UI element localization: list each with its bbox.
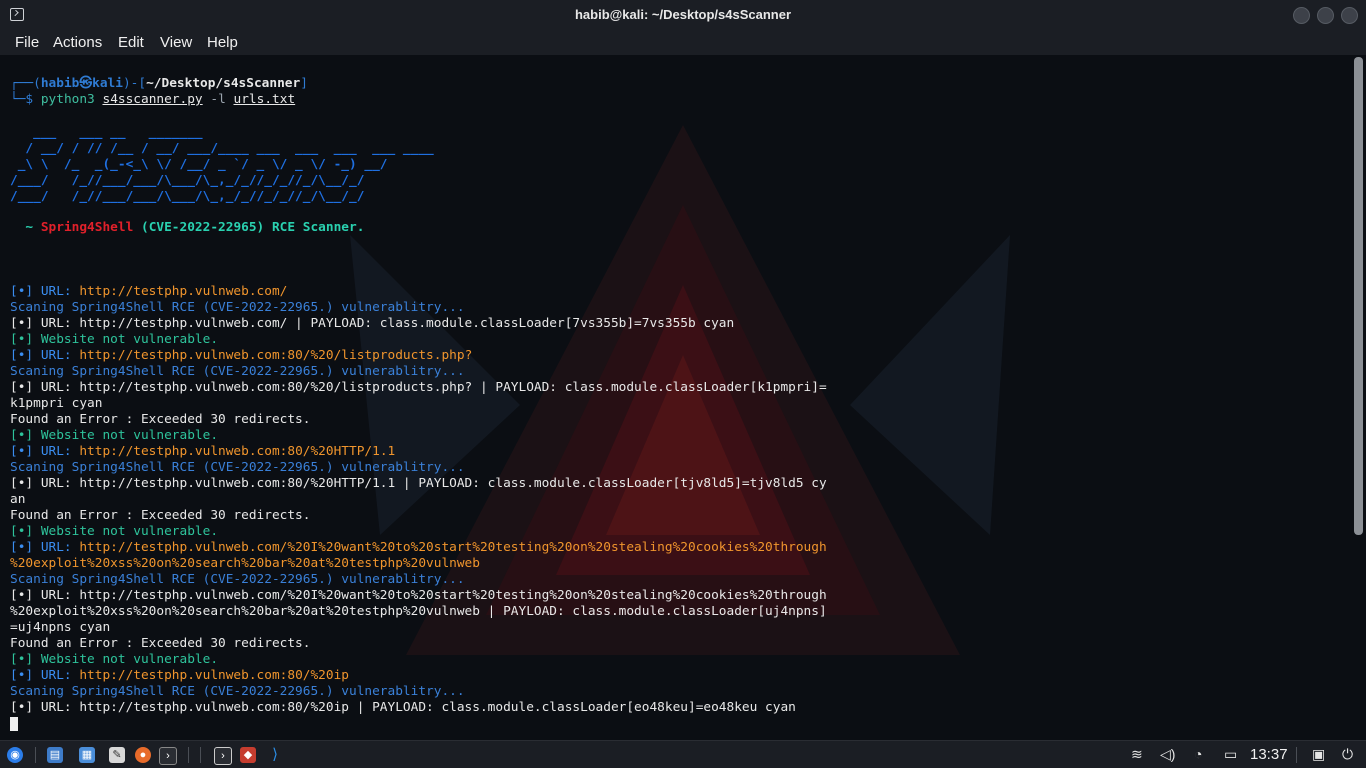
text-editor-icon[interactable]: ✎ (109, 747, 125, 763)
close-button[interactable] (1341, 7, 1358, 24)
log-text: [•] URL: (10, 540, 80, 555)
log-text: [•] URL: (10, 284, 80, 299)
log-text: [•] Website not vulnerable. (10, 652, 219, 667)
terminal-task-icon[interactable]: › (214, 747, 232, 765)
volume-icon[interactable]: ◁) (1160, 746, 1175, 763)
log-line: Found an Error : Exceeded 30 redirects. (10, 636, 310, 652)
minimize-button[interactable] (1293, 7, 1310, 24)
log-line: [•] URL: http://testphp.vulnweb.com/%20I… (10, 540, 827, 556)
log-line: Scaning Spring4Shell RCE (CVE-2022-22965… (10, 684, 465, 700)
battery-icon[interactable]: ▭ (1224, 746, 1237, 763)
log-text: an (10, 492, 26, 507)
clock[interactable]: 13:37 (1250, 746, 1288, 763)
taskbar-separator (1296, 747, 1297, 763)
log-text: Scaning Spring4Shell RCE (CVE-2022-22965… (10, 300, 465, 315)
log-text: %20exploit%20xss%20on%20search%20bar%20a… (10, 604, 827, 619)
log-text: [•] Website not vulnerable. (10, 428, 219, 443)
log-line: [•] URL: http://testphp.vulnweb.com:80/%… (10, 380, 827, 396)
window-titlebar[interactable]: habib@kali: ~/Desktop/s4sScanner (0, 0, 1366, 31)
menu-help[interactable]: Help (207, 34, 238, 51)
notifications-icon[interactable]: ◔ (1194, 746, 1202, 762)
log-text: [•] Website not vulnerable. (10, 524, 219, 539)
log-text: k1pmpri cyan (10, 396, 103, 411)
maximize-button[interactable] (1317, 7, 1334, 24)
log-line: Found an Error : Exceeded 30 redirects. (10, 412, 310, 428)
file-manager-icon[interactable]: ▦ (79, 747, 95, 763)
log-line: %20exploit%20xss%20on%20search%20bar%20a… (10, 604, 827, 620)
log-line: Scaning Spring4Shell RCE (CVE-2022-22965… (10, 364, 465, 380)
log-line: [•] Website not vulnerable. (10, 524, 218, 540)
log-text: [•] Website not vulnerable. (10, 332, 219, 347)
firefox-icon[interactable]: ● (135, 747, 151, 763)
scrollbar[interactable] (1354, 57, 1363, 535)
burpsuite-icon[interactable]: ◆ (240, 747, 256, 763)
log-line: Scaning Spring4Shell RCE (CVE-2022-22965… (10, 300, 465, 316)
kali-menu-icon[interactable]: ◉ (7, 747, 23, 763)
log-line: [•] URL: http://testphp.vulnweb.com:80/%… (10, 700, 796, 716)
log-url: http://testphp.vulnweb.com:80/%20ip (79, 668, 349, 683)
vscode-icon[interactable]: ⟩ (267, 747, 283, 763)
wifi-icon[interactable]: ≋ (1131, 746, 1143, 763)
terminal-output[interactable]: ┌──(habib㉿kali)-[~/Desktop/s4sScanner] └… (0, 55, 1366, 740)
log-text: [•] URL: (10, 348, 80, 363)
log-text: Scaning Spring4Shell RCE (CVE-2022-22965… (10, 572, 465, 587)
text-cursor (10, 717, 18, 731)
log-text: Found an Error : Exceeded 30 redirects. (10, 636, 311, 651)
log-text: Scaning Spring4Shell RCE (CVE-2022-22965… (10, 364, 465, 379)
power-icon[interactable]: ⏻ (1342, 746, 1353, 763)
menu-edit[interactable]: Edit (118, 34, 144, 51)
log-line: Scaning Spring4Shell RCE (CVE-2022-22965… (10, 460, 465, 476)
log-line: k1pmpri cyan (10, 396, 102, 412)
log-url: http://testphp.vulnweb.com:80/%20/listpr… (79, 348, 473, 363)
log-line: [•] URL: http://testphp.vulnweb.com:80/%… (10, 348, 472, 364)
log-line: [•] URL: http://testphp.vulnweb.com:80/%… (10, 668, 349, 684)
menu-file[interactable]: File (15, 34, 39, 51)
log-text: [•] URL: http://testphp.vulnweb.com/ | P… (10, 316, 735, 331)
log-line: [•] Website not vulnerable. (10, 332, 218, 348)
log-text: %20exploit%20xss%20on%20search%20bar%20a… (10, 556, 480, 571)
window-title: habib@kali: ~/Desktop/s4sScanner (574, 7, 792, 22)
log-line: =uj4npns cyan (10, 620, 110, 636)
log-line: [•] Website not vulnerable. (10, 428, 218, 444)
menu-bar: File Actions Edit View Help (0, 31, 1366, 55)
log-line: Found an Error : Exceeded 30 redirects. (10, 508, 310, 524)
menu-actions[interactable]: Actions (53, 34, 102, 51)
log-url: http://testphp.vulnweb.com/%20I%20want%2… (79, 540, 827, 555)
log-text: [•] URL: http://testphp.vulnweb.com:80/%… (10, 380, 827, 395)
taskbar-separator (35, 747, 36, 763)
taskbar-separator (200, 747, 201, 763)
log-text: [•] URL: http://testphp.vulnweb.com:80/%… (10, 700, 796, 715)
log-text: [•] URL: (10, 444, 80, 459)
log-text: Found an Error : Exceeded 30 redirects. (10, 412, 311, 427)
log-text: Scaning Spring4Shell RCE (CVE-2022-22965… (10, 460, 465, 475)
taskbar-separator (188, 747, 189, 763)
log-url: http://testphp.vulnweb.com/ (79, 284, 288, 299)
taskbar: ◉ ▤ ▦ ✎ ● › › ◆ ⟩ ≋ ◁) ◔ ▭ 13:37 ▣ ⏻ (0, 740, 1366, 768)
log-line: an (10, 492, 25, 508)
lock-icon[interactable]: ▣ (1312, 746, 1325, 763)
log-line: %20exploit%20xss%20on%20search%20bar%20a… (10, 556, 480, 572)
log-line: [•] URL: http://testphp.vulnweb.com:80/%… (10, 444, 395, 460)
log-text: [•] URL: http://testphp.vulnweb.com:80/%… (10, 476, 827, 491)
log-url: http://testphp.vulnweb.com:80/%20HTTP/1.… (79, 444, 396, 459)
menu-view[interactable]: View (160, 34, 192, 51)
show-desktop-icon[interactable]: ▤ (47, 747, 63, 763)
terminal-launcher-icon[interactable]: › (159, 747, 177, 765)
log-text: [•] URL: http://testphp.vulnweb.com/%20I… (10, 588, 827, 603)
scan-log: [•] URL: http://testphp.vulnweb.com/Scan… (0, 55, 1350, 740)
log-line: [•] URL: http://testphp.vulnweb.com:80/%… (10, 476, 827, 492)
log-line: Scaning Spring4Shell RCE (CVE-2022-22965… (10, 572, 465, 588)
log-line: [•] Website not vulnerable. (10, 652, 218, 668)
log-text: Found an Error : Exceeded 30 redirects. (10, 508, 311, 523)
log-line: [•] URL: http://testphp.vulnweb.com/ | P… (10, 316, 734, 332)
log-text: Scaning Spring4Shell RCE (CVE-2022-22965… (10, 684, 465, 699)
log-line: [•] URL: http://testphp.vulnweb.com/%20I… (10, 588, 827, 604)
log-line: [•] URL: http://testphp.vulnweb.com/ (10, 284, 287, 300)
log-text: =uj4npns cyan (10, 620, 111, 635)
log-text: [•] URL: (10, 668, 80, 683)
